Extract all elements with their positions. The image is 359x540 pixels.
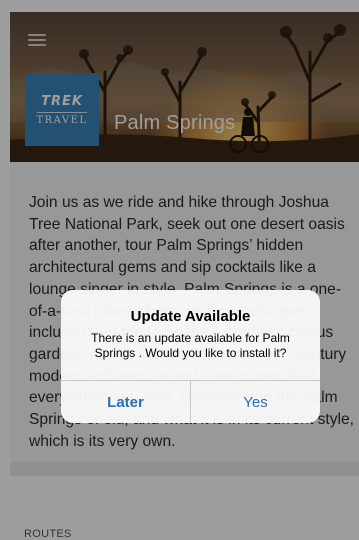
modal-overlay <box>0 0 359 540</box>
later-button[interactable]: Later <box>61 381 190 423</box>
yes-button[interactable]: Yes <box>191 381 320 423</box>
app-screen: TREK TRAVEL Palm Springs Join us as we r… <box>0 0 359 540</box>
alert-message: There is an update available for Palm Sp… <box>91 331 290 360</box>
alert-title: Update Available <box>130 308 251 325</box>
update-alert-dialog: Update Available There is an update avai… <box>61 290 320 423</box>
